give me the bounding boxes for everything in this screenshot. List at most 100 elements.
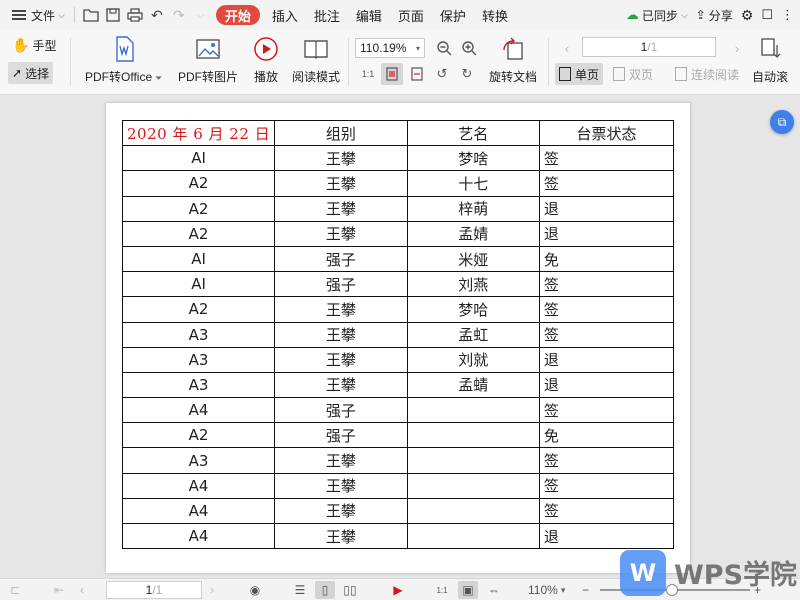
file-menu[interactable]: 文件 ⌵ [0,0,69,30]
tab-page[interactable]: 页面 [390,0,432,30]
double-page-icon [613,67,625,81]
cell-stage-name [406,522,540,550]
document-viewport[interactable]: 2020 年 6 月 22 日 组别 艺名 台票状态 AI 王攀 梦啥签 A2 王攀 十七… [0,96,800,578]
cell-stage-name: 孟蜻 [406,371,540,399]
share-button[interactable]: ⇪ 分享 [696,7,733,24]
ribbon-toolbar: ✋ 手型 ➚ 选择 PDF转Office ⏷ PDF转图片 播放 阅读模式 110… [0,30,800,95]
zoom-in-icon[interactable] [458,37,480,59]
redo-icon[interactable]: ↷ [168,0,190,30]
page-number-input[interactable]: 1 /1 [582,37,716,57]
status-page-input[interactable]: 1 /1 [106,581,202,599]
pdf-to-image-label: PDF转图片 [178,70,239,84]
sidebar-toggle-icon[interactable]: ⊏ [10,579,20,600]
double-page-button[interactable]: 双页 [609,63,657,85]
rotate-right-icon[interactable]: ↻ [456,63,478,85]
cell-stage-name [406,447,540,474]
handwritten-date: 2020 年 6 月 22 日 [121,119,276,147]
tab-convert[interactable]: 转换 [474,0,516,30]
cell-stage-name [406,397,540,424]
continuous-read-button[interactable]: 连续阅读 [671,63,743,85]
next-page-icon[interactable]: › [210,579,214,600]
cell-ticket-status: 签 [538,170,675,197]
zoom-level-dropdown[interactable]: 110% ▾ [528,579,565,600]
divider [548,38,549,86]
tab-protect[interactable]: 保护 [432,0,474,30]
cell-stage-name: 十七 [406,170,540,197]
fit-page-icon[interactable]: ▣ [458,581,478,599]
share-label: 分享 [708,8,733,23]
cell-ticket-status: 签 [538,321,675,348]
pdf-to-office-button[interactable]: PDF转Office ⏷ [85,34,162,85]
more-chevron-icon[interactable]: ⌵ [190,0,212,30]
gear-icon[interactable]: ⚙ [741,7,754,24]
cell-group: 强子 [274,245,408,273]
table-row: A3 王攀 孟虹签 [121,321,675,348]
tab-home[interactable]: 开始 [215,5,260,25]
floating-tool-icon[interactable]: ⧉ [770,110,794,134]
continuous-read-icon [675,67,687,81]
first-page-icon[interactable]: ⇤ [54,579,64,600]
chevron-down-icon: ⌵ [680,9,688,20]
cell-group-code: A3 [121,371,276,399]
print-icon[interactable] [124,0,146,30]
file-menu-label: 文件 [31,8,56,23]
single-page-button[interactable]: 单页 [555,63,604,85]
cell-group: 王攀 [274,296,408,323]
tab-insert[interactable]: 插入 [264,0,306,30]
cell-group-code: A3 [121,447,276,474]
play-slideshow-icon[interactable]: ▶ [388,581,408,599]
hand-tool-button[interactable]: ✋ 手型 [12,37,56,54]
continuous-read-label: 连续阅读 [691,67,740,82]
read-mode-button[interactable]: 阅读模式 [292,34,340,85]
fit-width-icon[interactable]: ⇔ [484,581,504,599]
zoom-out-icon[interactable]: − [582,579,589,600]
cell-group: 王攀 [274,321,408,348]
eye-icon[interactable]: ◉ [245,581,265,599]
single-page-view-icon[interactable]: ▯ [315,581,335,599]
menubar-right: ☁ 已同步 ⌵ ⇪ 分享 ⚙ ☐ ⋮ [618,7,800,24]
fit-page-icon[interactable] [381,63,403,85]
single-page-label: 单页 [575,67,600,82]
hand-label: 手型 [32,39,57,53]
rotate-left-icon[interactable]: ↺ [431,63,453,85]
cell-stage-name: 刘就 [406,346,540,373]
fit-width-icon[interactable] [406,63,428,85]
play-button[interactable]: 播放 [251,34,281,85]
cell-group: 强子 [274,397,408,424]
double-page-view-icon[interactable]: ▯▯ [340,581,360,599]
menu-bar: 文件 ⌵ ↶ ↷ ⌵ 开始 插入 批注 编辑 页面 保护 转换 ☁ 已同步 ⌵ … [0,0,800,30]
more-icon[interactable]: ⋮ [781,7,794,23]
table-row: A2 强子 免 [121,422,675,449]
select-tool-button[interactable]: ➚ 选择 [8,62,54,84]
status-total-pages: /1 [152,583,163,597]
prev-page-icon[interactable]: ‹ [556,37,578,59]
cell-ticket-status: 签 [538,145,675,172]
pdf-to-image-button[interactable]: PDF转图片 [178,34,238,85]
cell-stage-name: 梦啥 [406,145,540,172]
tab-annotate[interactable]: 批注 [306,0,348,30]
hand-icon: ✋ [12,37,30,53]
sync-button[interactable]: ☁ 已同步 ⌵ [626,7,688,24]
cell-ticket-status: 免 [538,422,675,449]
save-icon[interactable] [102,0,124,30]
cell-group: 王攀 [274,371,408,399]
tab-edit[interactable]: 编辑 [348,0,390,30]
open-folder-icon[interactable] [80,0,102,30]
rotate-document-button[interactable]: 旋转文档 [489,34,537,85]
header-group: 组别 [274,119,408,147]
zoom-select[interactable]: 110.19% ▾ [355,38,425,58]
table-row: A2 王攀 孟婧退 [121,220,675,247]
actual-size-icon[interactable]: 1:1 [357,63,379,85]
cell-group-code: A2 [121,170,276,197]
auto-scroll-button[interactable]: 自动滚 [752,34,788,85]
cell-group-code: A3 [121,346,276,373]
cell-stage-name: 孟虹 [406,321,540,348]
next-page-icon[interactable]: › [726,37,748,59]
skin-icon[interactable]: ☐ [761,7,773,23]
actual-size-icon[interactable]: 1:1 [432,581,452,599]
zoom-out-icon[interactable] [433,37,455,59]
undo-icon[interactable]: ↶ [146,0,168,30]
cell-group-code: A2 [121,220,276,247]
continuous-view-icon[interactable]: ☰ [290,581,310,599]
prev-page-icon[interactable]: ‹ [80,579,84,600]
